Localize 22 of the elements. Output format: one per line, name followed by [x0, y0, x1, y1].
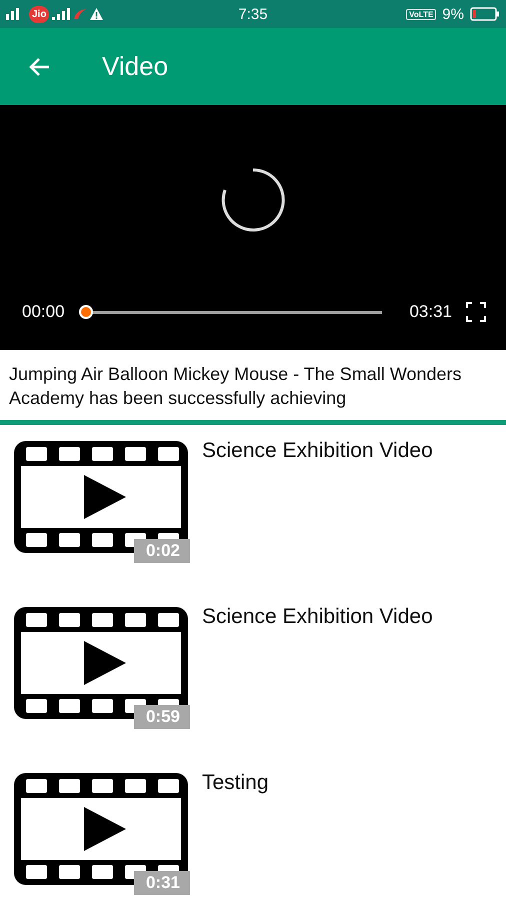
video-duration: 0:59	[134, 705, 190, 729]
video-title[interactable]: Science Exhibition Video	[202, 439, 433, 591]
film-strip-icon[interactable]	[12, 605, 190, 721]
elapsed-time: 00:00	[22, 302, 65, 322]
video-title[interactable]: Testing	[202, 771, 269, 900]
swoosh-icon	[73, 8, 88, 20]
total-time: 03:31	[409, 302, 452, 322]
signal-icon	[52, 8, 70, 20]
clock: 7:35	[238, 6, 268, 22]
video-description: Jumping Air Balloon Mickey Mouse - The Small Wonders Academy has been successfully achieving	[8, 363, 463, 410]
film-strip-icon[interactable]	[12, 771, 190, 887]
video-title[interactable]: Science Exhibition Video	[202, 605, 433, 757]
screen-title: Video	[102, 51, 168, 82]
video-duration: 0:31	[134, 871, 190, 895]
fullscreen-icon[interactable]	[466, 302, 486, 322]
video-duration: 0:02	[134, 539, 190, 563]
battery-percent: 9%	[442, 6, 464, 22]
network-badge: VoLTE	[406, 8, 436, 20]
film-strip-icon[interactable]	[12, 439, 190, 555]
battery-icon	[470, 7, 500, 21]
carrier-badge: Jio	[29, 6, 50, 22]
warning-icon	[90, 8, 104, 20]
